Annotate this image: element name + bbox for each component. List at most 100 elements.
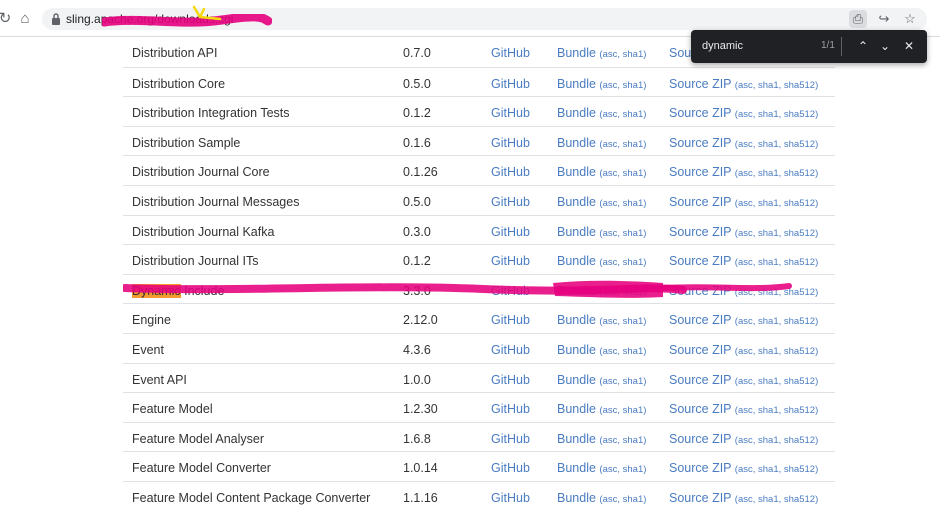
- chevron-down-icon[interactable]: ⌄: [877, 38, 893, 54]
- source-link[interactable]: Source ZIP (asc, sha1, sha512): [669, 491, 818, 505]
- module-version: 1.0.14: [403, 461, 438, 476]
- module-name: Event API: [132, 372, 187, 387]
- bundle-link[interactable]: Bundle (asc, sha1): [557, 106, 646, 120]
- table-row: Feature Model Content Package Converter …: [123, 480, 835, 511]
- module-name: Feature Model Analyser: [132, 431, 265, 446]
- source-link[interactable]: Source ZIP (asc, sha1, sha512): [669, 195, 818, 209]
- github-link[interactable]: GitHub: [491, 136, 530, 150]
- share-icon[interactable]: ↪: [875, 10, 893, 28]
- source-link[interactable]: Source ZIP (asc, sha1, sha512): [669, 165, 818, 179]
- table-row: Distribution Sample 0.1.6 GitHub Bundle …: [123, 125, 835, 156]
- bundle-link[interactable]: Bundle (asc, sha1): [557, 402, 646, 416]
- bundle-link[interactable]: Bundle (asc, sha1): [557, 432, 646, 446]
- find-match-highlight: Dynamic: [132, 283, 181, 298]
- bundle-link[interactable]: Bundle (asc, sha1): [557, 165, 646, 179]
- github-link[interactable]: GitHub: [491, 373, 530, 387]
- bundle-link[interactable]: Bundle (asc, sha1): [557, 225, 646, 239]
- module-name: Dynamic Include: [132, 283, 225, 298]
- bundle-link[interactable]: Bundle (asc, sha1): [557, 254, 646, 268]
- github-link[interactable]: GitHub: [491, 491, 530, 505]
- table-row: Feature Model Analyser 1.6.8 GitHub Bund…: [123, 421, 835, 452]
- module-version: 1.6.8: [403, 431, 431, 446]
- table-row: Distribution Core 0.5.0 GitHub Bundle (a…: [123, 66, 835, 97]
- source-link[interactable]: Source ZIP (asc, sha1, sha512): [669, 254, 818, 268]
- source-link[interactable]: Source ZIP (asc, sha1, sha512): [669, 106, 818, 120]
- bundle-link[interactable]: Bundle (asc, sha1): [557, 195, 646, 209]
- table-row: Event 4.3.6 GitHub Bundle (asc, sha1) So…: [123, 332, 835, 363]
- module-name: Distribution Integration Tests: [132, 106, 290, 121]
- module-name: Distribution Journal Core: [132, 165, 270, 180]
- source-link[interactable]: Source ZIP (asc, sha1, sha512): [669, 343, 818, 357]
- table-row-highlighted: Dynamic Include 3.3.0 GitHub Bundle (asc…: [123, 273, 835, 304]
- github-link[interactable]: GitHub: [491, 461, 530, 475]
- bundle-link[interactable]: Bundle (asc, sha1): [557, 136, 646, 150]
- source-link[interactable]: Source ZIP (asc, sha1, sha512): [669, 432, 818, 446]
- module-version: 2.12.0: [403, 313, 438, 328]
- home-icon[interactable]: ⌂: [16, 10, 34, 28]
- github-link[interactable]: GitHub: [491, 343, 530, 357]
- module-version: 1.2.30: [403, 402, 438, 417]
- source-link[interactable]: Source ZIP (asc, sha1, sha512): [669, 77, 818, 91]
- module-version: 1.1.16: [403, 490, 438, 505]
- source-link[interactable]: Source ZIP (asc, sha1, sha512): [669, 225, 818, 239]
- module-name: Feature Model Converter: [132, 461, 271, 476]
- github-link[interactable]: GitHub: [491, 195, 530, 209]
- module-version: 4.3.6: [403, 342, 431, 357]
- module-version: 0.1.2: [403, 254, 431, 269]
- github-link[interactable]: GitHub: [491, 225, 530, 239]
- module-version: 0.5.0: [403, 76, 431, 91]
- downloads-table: Distribution API 0.7.0 GitHub Bundle (as…: [123, 37, 835, 511]
- bundle-link[interactable]: Bundle (asc, sha1): [557, 461, 646, 475]
- close-icon[interactable]: ✕: [901, 38, 917, 54]
- github-link[interactable]: GitHub: [491, 165, 530, 179]
- module-version: 1.0.0: [403, 372, 431, 387]
- github-link[interactable]: GitHub: [491, 77, 530, 91]
- omnibox-actions: ⎙ ↪ ☆: [849, 10, 919, 28]
- bundle-link[interactable]: Bundle (asc, sha1): [557, 284, 646, 298]
- source-link[interactable]: Source ZIP (asc, sha1, sha512): [669, 136, 818, 150]
- save-page-icon[interactable]: ⎙: [849, 10, 867, 28]
- find-match-count: 1/1: [821, 40, 835, 51]
- chevron-up-icon[interactable]: ⌃: [855, 38, 871, 54]
- bundle-link[interactable]: Bundle (asc, sha1): [557, 343, 646, 357]
- github-link[interactable]: GitHub: [491, 284, 530, 298]
- module-name: Distribution API: [132, 46, 218, 60]
- module-version: 0.7.0: [403, 46, 431, 60]
- github-link[interactable]: GitHub: [491, 254, 530, 268]
- source-link[interactable]: Source ZIP (asc, sha1, sha512): [669, 284, 818, 298]
- github-link[interactable]: GitHub: [491, 46, 530, 60]
- source-link[interactable]: Source ZIP (asc, sha1, sha512): [669, 461, 818, 475]
- module-name: Event: [132, 342, 164, 357]
- module-version: 0.1.26: [403, 165, 438, 180]
- annotation-arrow: [192, 5, 222, 21]
- table-row: Distribution Integration Tests 0.1.2 Git…: [123, 96, 835, 126]
- bundle-link[interactable]: Bundle (asc, sha1): [557, 77, 646, 91]
- star-icon[interactable]: ☆: [901, 10, 919, 28]
- table-row: Distribution Journal Core 0.1.26 GitHub …: [123, 155, 835, 185]
- url-redaction-scribble: [102, 14, 272, 27]
- bundle-link[interactable]: Bundle (asc, sha1): [557, 46, 646, 60]
- find-divider: [841, 37, 842, 56]
- find-bar: dynamic 1/1 ⌃ ⌄ ✕: [691, 30, 927, 63]
- bundle-link[interactable]: Bundle (asc, sha1): [557, 373, 646, 387]
- module-name: Feature Model Content Package Converter: [132, 490, 371, 505]
- github-link[interactable]: GitHub: [491, 432, 530, 446]
- find-input[interactable]: dynamic: [702, 40, 743, 52]
- github-link[interactable]: GitHub: [491, 313, 530, 327]
- module-version: 0.1.2: [403, 106, 431, 121]
- source-link[interactable]: Source ZIP (asc, sha1, sha512): [669, 402, 818, 416]
- table-row: Feature Model 1.2.30 GitHub Bundle (asc,…: [123, 392, 835, 422]
- source-link[interactable]: Source ZIP (asc, sha1, sha512): [669, 313, 818, 327]
- github-link[interactable]: GitHub: [491, 106, 530, 120]
- module-name: Distribution Sample: [132, 135, 241, 150]
- source-link[interactable]: Source ZIP (asc, sha1, sha512): [669, 373, 818, 387]
- bundle-link[interactable]: Bundle (asc, sha1): [557, 491, 646, 505]
- address-bar[interactable]: sling.apache.org/downloads.cgi ⎙ ↪ ☆: [42, 8, 927, 30]
- reload-icon[interactable]: ↻: [0, 10, 14, 28]
- bundle-link[interactable]: Bundle (asc, sha1): [557, 313, 646, 327]
- module-version: 3.3.0: [403, 283, 431, 298]
- table-row: Event API 1.0.0 GitHub Bundle (asc, sha1…: [123, 362, 835, 393]
- table-row: Distribution Journal Kafka 0.3.0 GitHub …: [123, 214, 835, 245]
- module-version: 0.3.0: [403, 224, 431, 239]
- github-link[interactable]: GitHub: [491, 402, 530, 416]
